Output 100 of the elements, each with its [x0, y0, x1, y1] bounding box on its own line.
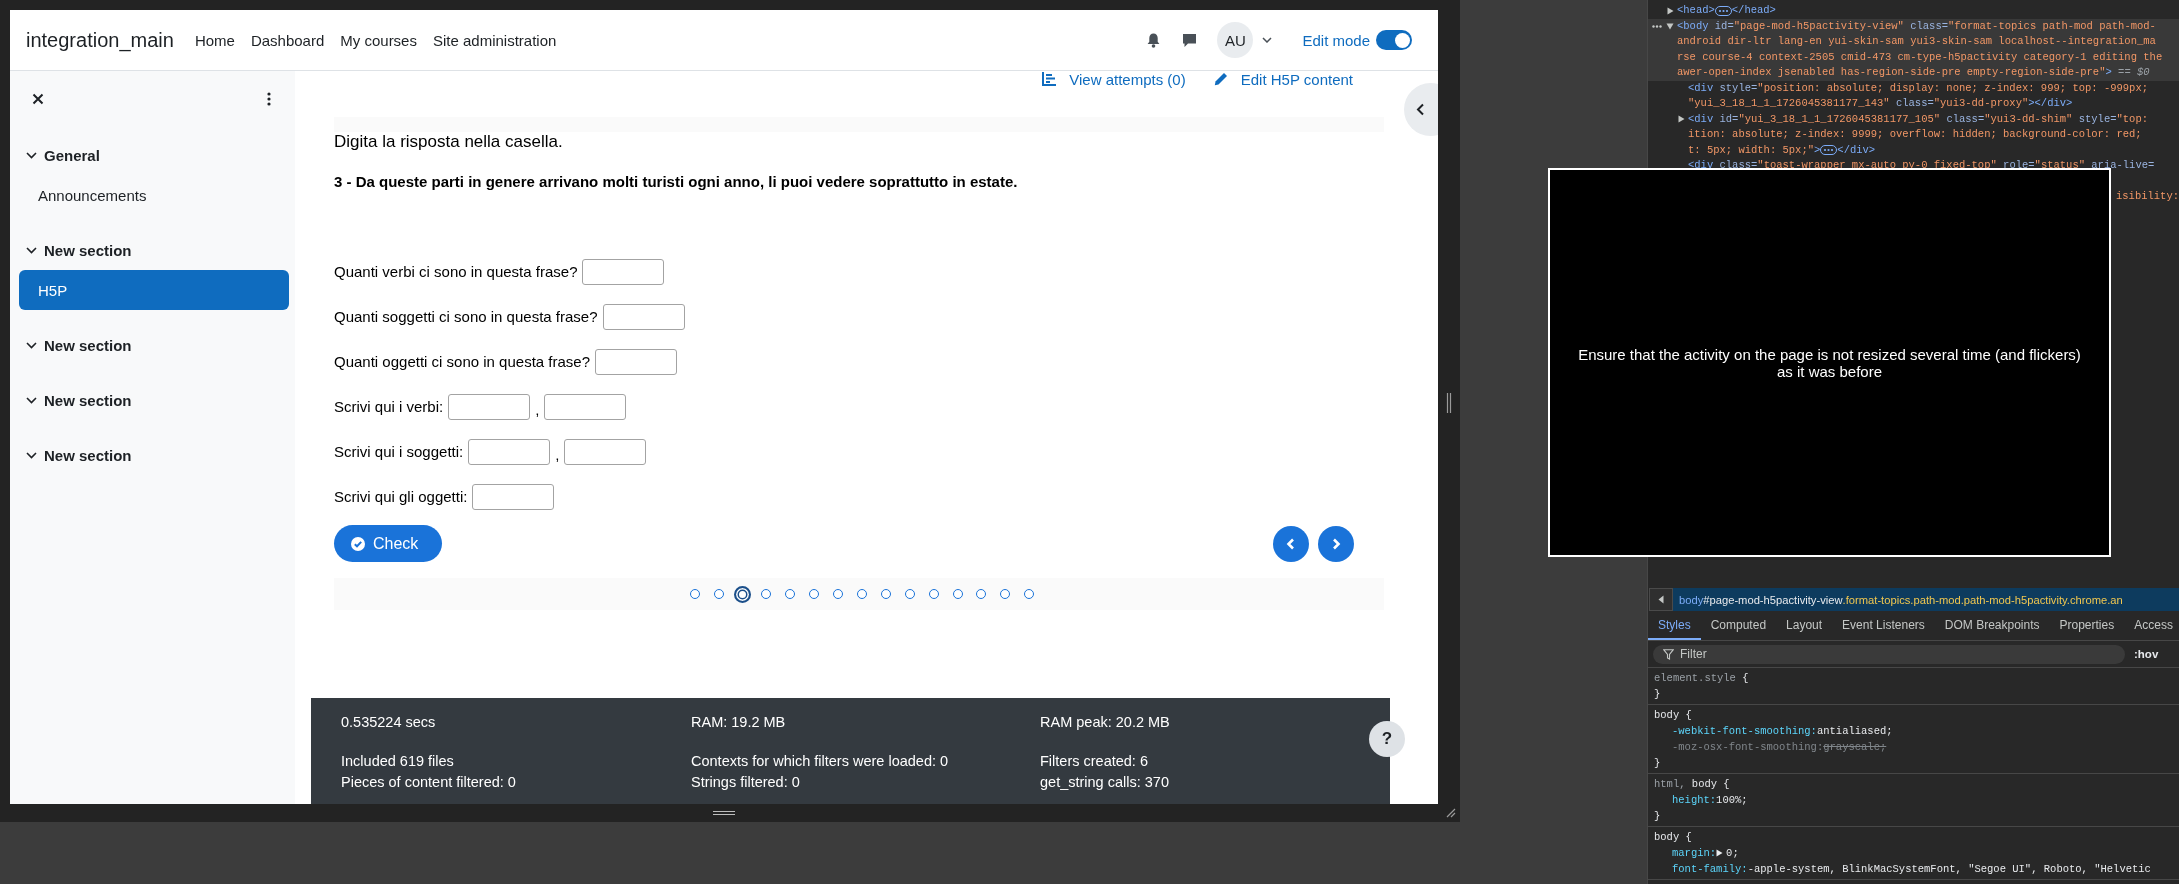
filter-box[interactable]: Filter: [1653, 644, 2125, 664]
slide-dot[interactable]: [928, 589, 939, 599]
answer-field[interactable]: [472, 483, 555, 510]
slide-dot[interactable]: [785, 589, 796, 599]
slide-dot[interactable]: [833, 589, 844, 599]
slide-dot[interactable]: [689, 589, 700, 599]
css-selector: body {: [1654, 830, 1692, 845]
question-label: Quanti verbi ci sono in questa frase?: [334, 263, 578, 280]
code-line: "yui_3_18_1_1_1726045381177_143" class="yui3-dd-proxy"></div>: [1688, 96, 2073, 111]
slide-dot[interactable]: [1024, 589, 1035, 599]
code-line: awer-open-index jsenabled has-region-side-pre empty-region-side-pre"> == $0: [1677, 65, 2150, 80]
dom-node[interactable]: <div id="yui_3_18_1_1_1726045381177_105" class="yui3-dd-shim" style="top: ition: absolute; z-index: 9999; overflow: hidden; background-color: red; t: 5px; width: 5px;"> </div>: [1648, 111, 2179, 158]
chevron-left-icon: [1416, 103, 1425, 116]
panel-tab[interactable]: Properties: [2049, 611, 2125, 640]
nav-link[interactable]: Home: [194, 31, 235, 49]
bell-icon[interactable]: [1147, 32, 1161, 48]
toggle-switch[interactable]: [1376, 30, 1412, 50]
resize-corner-icon[interactable]: [1446, 808, 1456, 818]
dom-node[interactable]: <div style="position: absolute; display: none; z-index: 999; top: -999px; "yui_3_18_1_1_1726045381177_143" class="yui3-dd-proxy"></div>: [1648, 80, 2179, 112]
section-title[interactable]: New section: [44, 336, 132, 354]
activity-action-link[interactable]: Edit H5P content: [1213, 70, 1353, 88]
panel-tab[interactable]: Computed: [1700, 611, 1777, 640]
css-selector: html, body {: [1654, 777, 1730, 792]
section-title[interactable]: New section: [44, 446, 132, 464]
dom-node[interactable]: [1648, 18, 2179, 81]
close-icon[interactable]: [32, 93, 44, 105]
dom-node[interactable]: <head> </head>: [1648, 3, 2179, 19]
chevron-down-icon[interactable]: [26, 246, 37, 254]
css-brace: }: [1654, 756, 1661, 771]
css-property: font-family:: [1672, 862, 1748, 877]
answer-field[interactable]: [602, 303, 685, 330]
edit-mode-label[interactable]: Edit mode: [1302, 31, 1370, 49]
panel-tab[interactable]: Event Listeners: [1832, 611, 1935, 640]
code-line: android dir-ltr lang-en yui-skin-sam yui3-skin-sam localhost--integration_ma: [1677, 34, 2156, 49]
answer-field[interactable]: [544, 393, 627, 420]
slide-dot[interactable]: [734, 585, 752, 603]
chevron-down-icon[interactable]: [26, 451, 37, 459]
activity-link[interactable]: H5P: [19, 270, 289, 310]
breadcrumb-bar[interactable]: body#page-mod-h5pactivity-view.format-topics.path-mod.path-mod-h5pactivity.chrome.an: [1673, 588, 2179, 611]
slide-dot[interactable]: [713, 589, 724, 599]
nav-link[interactable]: Site administration: [432, 31, 557, 49]
resize-handle-icon[interactable]: [713, 810, 735, 816]
chat-icon[interactable]: [1182, 32, 1198, 48]
slide-dot[interactable]: [976, 589, 987, 599]
slide-dot[interactable]: [904, 589, 915, 599]
panel-tab[interactable]: DOM Breakpoints: [1934, 611, 2050, 640]
performance-stat: Contexts for which filters were loaded: 0: [691, 752, 950, 771]
answer-field[interactable]: [564, 438, 647, 465]
chevron-left-icon[interactable]: [1285, 537, 1297, 550]
answer-field[interactable]: [448, 393, 531, 420]
code-line: t: 5px; width: 5px;">: [1688, 142, 1821, 158]
back-button[interactable]: [1649, 588, 1673, 611]
css-value: grayscale;: [1823, 740, 1887, 755]
ellipsis-icon[interactable]: [1820, 145, 1838, 156]
resize-handle-icon[interactable]: [1446, 393, 1452, 413]
user-avatar[interactable]: AU: [1217, 22, 1254, 58]
activity-action-link[interactable]: View attempts (0): [1042, 70, 1186, 88]
help-button[interactable]: ?: [1369, 721, 1405, 757]
slide-dot[interactable]: [857, 589, 867, 599]
panel-tab[interactable]: Styles: [1648, 611, 1701, 640]
nav-link[interactable]: My courses: [340, 31, 417, 49]
section-title[interactable]: General: [44, 146, 100, 164]
chevron-down-icon[interactable]: [26, 151, 37, 159]
filter-field[interactable]: Filter: [1680, 647, 1980, 661]
slide-dot[interactable]: [761, 589, 772, 599]
chevron-down-icon[interactable]: [26, 396, 37, 404]
slide-dot[interactable]: [1000, 589, 1011, 599]
answer-field[interactable]: [582, 258, 665, 285]
separator-text: ,: [555, 446, 560, 463]
panel-tab[interactable]: Layout: [1776, 611, 1833, 640]
collapse-triangle-icon[interactable]: [1666, 22, 1674, 30]
performance-stat: Strings filtered: 0: [691, 773, 801, 792]
previous-button[interactable]: [1273, 525, 1309, 562]
section-title[interactable]: New section: [44, 241, 132, 259]
next-button[interactable]: [1318, 525, 1354, 562]
hover-state-toggle[interactable]: :hov: [2134, 648, 2159, 660]
slide-dot[interactable]: [952, 589, 963, 599]
triangle-left-icon[interactable]: [1658, 595, 1664, 604]
slide-dot[interactable]: [809, 589, 820, 599]
css-property: -webkit-font-smoothing:: [1672, 724, 1817, 739]
activity-link[interactable]: Announcements: [19, 175, 289, 215]
site-name[interactable]: integration_main: [26, 28, 174, 52]
section-title[interactable]: New section: [44, 391, 132, 409]
ellipsis-icon[interactable]: [1714, 5, 1732, 16]
panel-tab[interactable]: Access: [2124, 611, 2179, 640]
nav-link[interactable]: Dashboard: [250, 31, 325, 49]
expand-triangle-icon[interactable]: [1678, 115, 1685, 124]
css-property: height:: [1672, 793, 1717, 808]
chevron-down-icon[interactable]: [26, 341, 37, 349]
answer-field[interactable]: [468, 438, 551, 465]
slide-dot[interactable]: [880, 589, 891, 599]
more-icon[interactable]: [267, 92, 271, 106]
code-line: isibility:: [2116, 189, 2179, 204]
chevron-right-icon[interactable]: [1330, 537, 1342, 550]
check-button[interactable]: Check: [334, 525, 443, 562]
caret-icon[interactable]: [1262, 37, 1273, 43]
expand-triangle-icon[interactable]: [1716, 849, 1724, 857]
expand-triangle-icon[interactable]: [1667, 6, 1674, 15]
answer-field[interactable]: [595, 348, 677, 375]
ellipsis-icon[interactable]: [1652, 24, 1662, 28]
